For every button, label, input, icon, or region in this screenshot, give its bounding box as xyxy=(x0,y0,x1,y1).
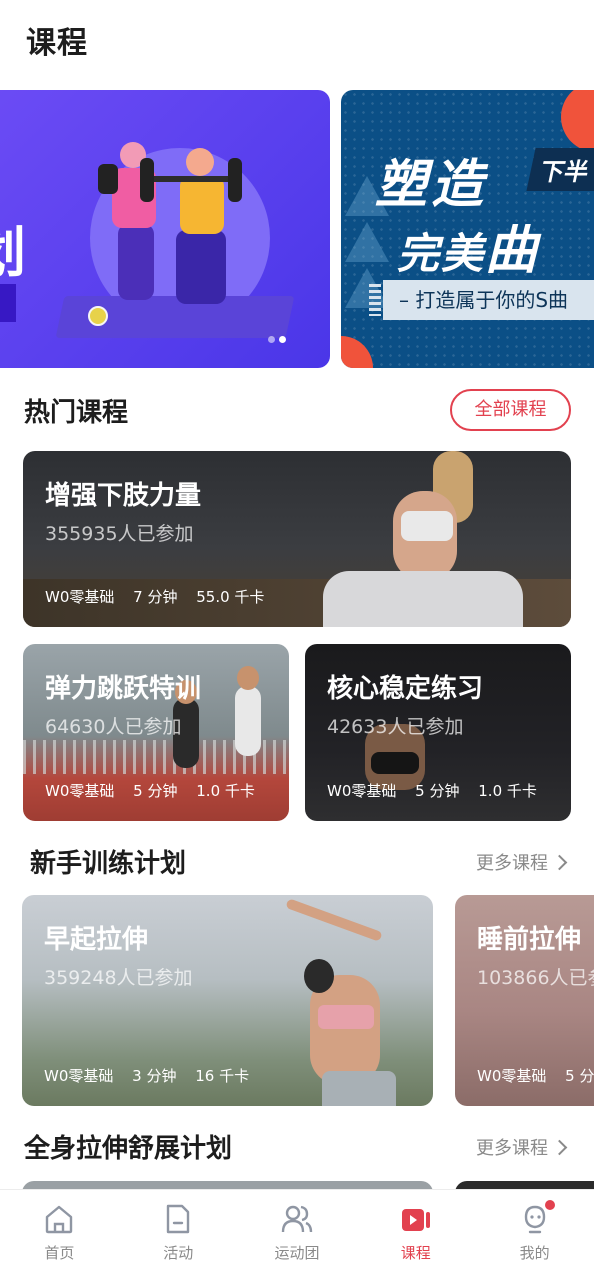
all-courses-button[interactable]: 全部课程 xyxy=(450,389,571,431)
banner-fitness-illustration[interactable]: 划 xyxy=(0,90,330,368)
course-participants: 42633人已参加 xyxy=(327,716,464,738)
section-title-hot-courses: 热门课程 xyxy=(24,398,129,428)
card-photo-runner xyxy=(235,686,261,756)
plan-duration: 3 分钟 xyxy=(132,1067,177,1085)
figure-man-head xyxy=(186,148,214,176)
course-level: W0零基础 xyxy=(45,782,115,800)
plan-duration: 5 分 xyxy=(565,1067,594,1085)
course-duration: 7 分钟 xyxy=(133,588,178,606)
plan-level: W0零基础 xyxy=(44,1067,114,1085)
dumbbell-icon xyxy=(98,164,118,194)
banner-carousel[interactable]: 划 下半 塑造 完美曲 – 打造属于你的S曲 xyxy=(0,90,594,368)
plan-meta: W0零基础 5 分 xyxy=(477,1065,594,1086)
course-card-core-stability[interactable]: 核心稳定练习 42633人已参加 W0零基础 5 分钟 1.0 千卡 xyxy=(305,644,571,821)
home-icon xyxy=(46,1205,73,1234)
tab-label: 运动团 xyxy=(274,1244,320,1262)
section-title-beginner-plan: 新手训练计划 xyxy=(30,849,187,879)
page-title: 课程 xyxy=(26,26,88,61)
group-icon xyxy=(281,1205,313,1233)
banner-tag: 下半 xyxy=(526,148,594,191)
figure-woman-legs xyxy=(118,224,154,300)
tab-label: 首页 xyxy=(44,1244,75,1262)
course-meta: W0零基础 7 分钟 55.0 千卡 xyxy=(45,586,278,607)
plan-title: 睡前拉伸 xyxy=(477,925,582,955)
tab-label: 活动 xyxy=(163,1244,194,1262)
course-card-jump-training[interactable]: 弹力跳跃特训 64630人已参加 W0零基础 5 分钟 1.0 千卡 xyxy=(23,644,289,821)
tab-sports-group[interactable]: 运动团 xyxy=(238,1190,357,1280)
banner-headline-2: 完美曲 xyxy=(397,208,539,283)
tab-courses[interactable]: 课程 xyxy=(356,1190,475,1280)
more-courses-label: 更多课程 xyxy=(476,1138,548,1159)
activity-doc-icon xyxy=(166,1204,190,1234)
barbell-plate-right xyxy=(228,158,242,202)
section-title-stretch-plan: 全身拉伸舒展计划 xyxy=(24,1134,233,1164)
plan-participants: 359248人已参加 xyxy=(44,967,193,989)
more-courses-link[interactable]: 更多课程 xyxy=(476,849,568,875)
card-photo-arm xyxy=(285,898,383,942)
banner-shape-curve[interactable]: 下半 塑造 完美曲 – 打造属于你的S曲 xyxy=(341,90,594,368)
course-title: 弹力跳跃特训 xyxy=(45,674,202,704)
banner-bar-block xyxy=(0,284,16,322)
stripe-decoration xyxy=(369,284,381,316)
course-participants: 64630人已参加 xyxy=(45,716,182,738)
carousel-dot-active xyxy=(279,336,286,343)
figure-man-body xyxy=(180,176,224,234)
course-duration: 5 分钟 xyxy=(133,782,178,800)
course-calories: 1.0 千卡 xyxy=(196,782,255,800)
course-meta: W0零基础 5 分钟 1.0 千卡 xyxy=(45,780,269,801)
chevron-right-icon xyxy=(551,854,568,871)
plan-title: 早起拉伸 xyxy=(44,925,149,955)
card-photo-shorts xyxy=(371,752,419,774)
course-duration: 5 分钟 xyxy=(415,782,460,800)
course-level: W0零基础 xyxy=(327,782,397,800)
plan-card-bedtime-stretch[interactable]: 睡前拉伸 103866人已参加 W0零基础 5 分 xyxy=(455,895,594,1106)
course-calories: 1.0 千卡 xyxy=(478,782,537,800)
course-meta: W0零基础 5 分钟 1.0 千卡 xyxy=(327,780,551,801)
course-title: 核心稳定练习 xyxy=(327,674,484,704)
card-photo-hair xyxy=(304,959,334,993)
figure-man-legs xyxy=(176,230,226,304)
plan-participants: 103866人已参加 xyxy=(477,967,594,989)
banner-red-circle xyxy=(341,336,373,368)
course-card-lower-body[interactable]: 增强下肢力量 355935人已参加 W0零基础 7 分钟 55.0 千卡 xyxy=(23,451,571,627)
card-photo-pants xyxy=(322,1071,396,1106)
more-courses-label: 更多课程 xyxy=(476,853,548,874)
notification-dot xyxy=(545,1200,556,1210)
banner-headline-2-prefix: 完美 xyxy=(397,229,486,278)
card-photo-runner-head xyxy=(237,666,259,690)
chevron-right-icon xyxy=(551,1139,568,1156)
plan-meta: W0零基础 3 分钟 16 千卡 xyxy=(44,1065,263,1086)
plan-card-morning-stretch[interactable]: 早起拉伸 359248人已参加 W0零基础 3 分钟 16 千卡 xyxy=(22,895,433,1106)
course-calories: 55.0 千卡 xyxy=(196,588,265,606)
banner-subtitle: – 打造属于你的S曲 xyxy=(383,280,594,320)
more-courses-link[interactable]: 更多课程 xyxy=(476,1134,568,1160)
plan-calories: 16 千卡 xyxy=(195,1067,250,1085)
tab-home[interactable]: 首页 xyxy=(0,1190,119,1280)
barbell-plate-left xyxy=(140,158,154,202)
triangle-decoration xyxy=(345,222,389,262)
video-course-icon xyxy=(401,1209,430,1231)
tab-label: 课程 xyxy=(400,1244,431,1262)
banner-headline-1: 塑造 xyxy=(375,155,488,215)
tab-mine[interactable]: 我的 xyxy=(475,1190,594,1280)
tab-activity[interactable]: 活动 xyxy=(119,1190,238,1280)
plan-level: W0零基础 xyxy=(477,1067,547,1085)
card-photo-legs xyxy=(323,571,523,627)
banner-red-circle xyxy=(561,90,594,152)
tab-label: 我的 xyxy=(519,1244,550,1262)
banner-headline-2-accent: 曲 xyxy=(485,221,540,281)
course-participants: 355935人已参加 xyxy=(45,523,194,545)
course-level: W0零基础 xyxy=(45,588,115,606)
carousel-dot xyxy=(268,336,275,343)
banner-partial-text: 划 xyxy=(0,208,26,287)
course-title: 增强下肢力量 xyxy=(45,481,202,511)
card-photo-top xyxy=(401,511,453,541)
bottom-tab-bar: 首页 活动 运动团 课程 我的 xyxy=(0,1189,594,1280)
carousel-indicator xyxy=(268,328,290,347)
ball-icon xyxy=(88,306,108,326)
card-photo-top xyxy=(318,1005,374,1029)
